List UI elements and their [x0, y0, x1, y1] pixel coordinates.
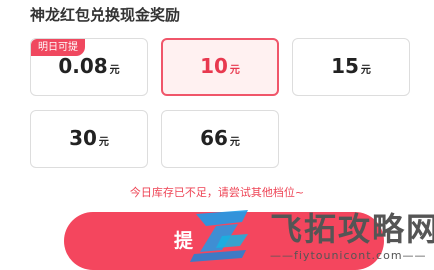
amount-value: 10 [200, 54, 228, 78]
stock-notice: 今日库存已不足，请尝试其他档位~ [129, 186, 305, 199]
amount-unit: 元 [360, 65, 371, 76]
amount-unit: 元 [229, 137, 240, 148]
section-title: 神龙红包兑换现金奖励 [30, 6, 181, 24]
watermark-logo-icon [190, 210, 248, 262]
amount-option-10[interactable]: 10 元 [161, 38, 279, 96]
amount-value: 30 [69, 126, 97, 150]
amount-option-15[interactable]: 15 元 [292, 38, 410, 96]
amount-option-0-08[interactable]: 明日可提 0.08 元 [30, 38, 148, 96]
amount-label: 10 元 [163, 54, 277, 78]
amount-label: 0.08 元 [31, 54, 147, 78]
amount-label: 30 元 [31, 126, 147, 150]
amount-value: 66 [200, 126, 228, 150]
amount-unit: 元 [109, 65, 120, 76]
amount-label: 15 元 [293, 54, 409, 78]
watermark-text: 飞拓攻略网 [270, 210, 434, 248]
amount-unit: 元 [98, 137, 109, 148]
amount-option-66[interactable]: 66 元 [161, 110, 279, 168]
amount-option-30[interactable]: 30 元 [30, 110, 148, 168]
amount-label: 66 元 [162, 126, 278, 150]
amount-value: 15 [331, 54, 359, 78]
amount-unit: 元 [229, 65, 240, 76]
amount-value: 0.08 [58, 54, 108, 78]
watermark-url: ——fiytounicont.com—— [270, 249, 427, 262]
